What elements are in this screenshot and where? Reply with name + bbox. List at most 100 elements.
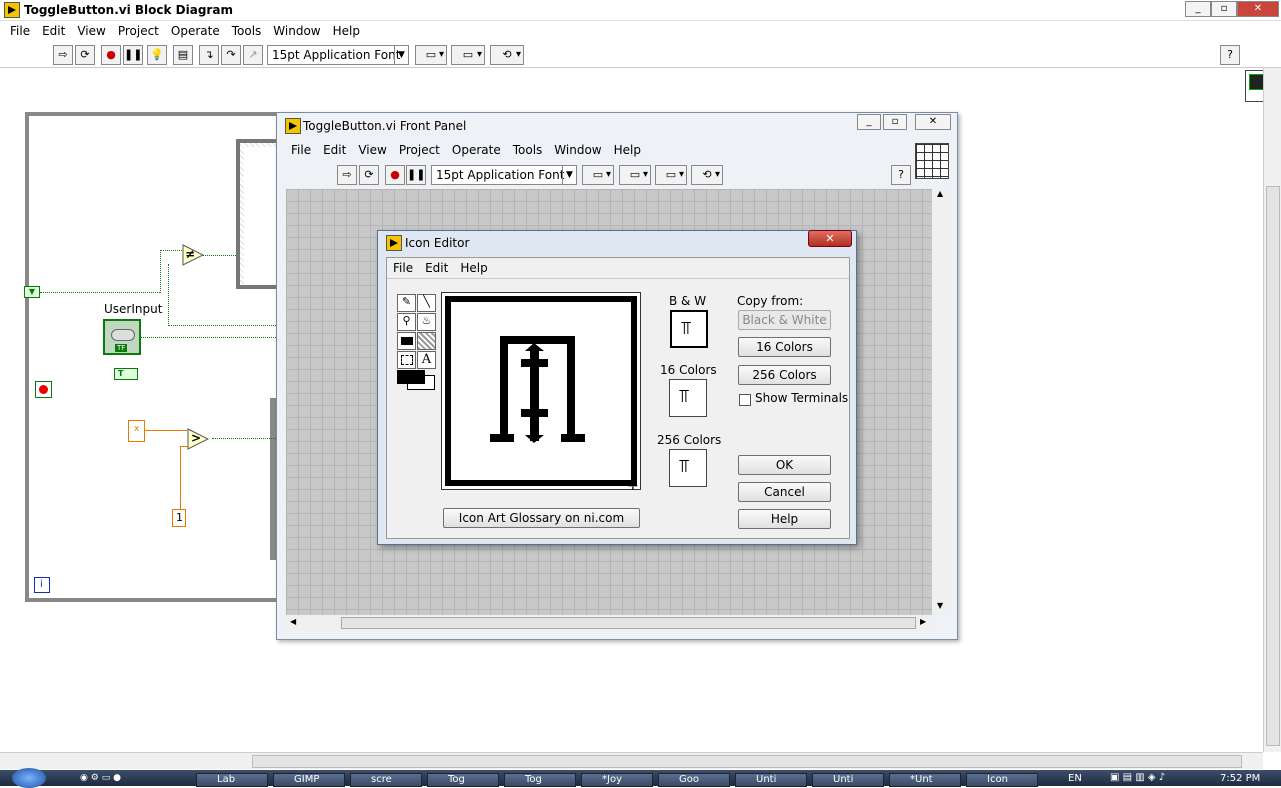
menu-project[interactable]: Project	[112, 21, 165, 41]
tray-icons[interactable]: ▣ ▤ ▥ ◈ ♪	[1110, 772, 1165, 783]
menu-help[interactable]: Help	[327, 21, 366, 41]
icon-drawing-canvas[interactable]: ✛	[441, 292, 641, 493]
highlight-execution-icon[interactable]: 💡	[147, 45, 167, 65]
taskbar-item[interactable]: Tog	[427, 773, 499, 787]
menu-edit[interactable]: Edit	[36, 21, 71, 41]
abort-icon[interactable]: ●	[101, 45, 121, 65]
bw-preview[interactable]: ⫪	[670, 310, 708, 348]
vertical-scrollbar[interactable]	[1263, 68, 1281, 752]
fp-maximize-button[interactable]: ▫	[883, 114, 907, 130]
horizontal-scroll-thumb[interactable]	[252, 755, 1242, 768]
boolean-wire[interactable]	[160, 250, 161, 293]
fp-menu-tools[interactable]: Tools	[507, 140, 549, 160]
fp-menu-project[interactable]: Project	[393, 140, 446, 160]
256-colors-preview[interactable]: ⫪	[669, 449, 707, 487]
maximize-button[interactable]: ▫	[1211, 1, 1237, 17]
boolean-wire[interactable]	[160, 250, 182, 251]
greater-than-node[interactable]: >	[187, 428, 210, 450]
close-button[interactable]: ✕	[1237, 1, 1279, 17]
fp-horizontal-scrollbar[interactable]: ◀ ▶	[286, 615, 932, 631]
user-input-terminal[interactable]: TF	[103, 319, 141, 355]
numeric-wire[interactable]	[180, 446, 181, 512]
cancel-button[interactable]: Cancel	[738, 482, 831, 502]
fp-menu-operate[interactable]: Operate	[446, 140, 507, 160]
vertical-scroll-thumb[interactable]	[1266, 186, 1280, 746]
boolean-wire[interactable]	[212, 438, 276, 439]
fp-font-selector[interactable]: 15pt Application Font ▼	[431, 165, 577, 185]
foreground-color-swatch[interactable]	[397, 370, 425, 384]
shift-register-icon[interactable]: ▼	[24, 286, 40, 298]
fp-menu-file[interactable]: File	[285, 140, 317, 160]
settings-gear-icon[interactable]: ⚙	[91, 773, 99, 783]
ie-menu-help[interactable]: Help	[454, 258, 493, 278]
boolean-constant[interactable]: T	[114, 368, 138, 380]
scroll-up-icon[interactable]: ▲	[937, 189, 943, 198]
16-colors-preview[interactable]: ⫪	[669, 379, 707, 417]
distribute-objects-icon[interactable]: ▭	[451, 45, 485, 65]
fp-pause-icon[interactable]: ❚❚	[406, 165, 426, 185]
fp-menu-help[interactable]: Help	[608, 140, 647, 160]
taskbar-item[interactable]: *Joy	[581, 773, 653, 787]
taskbar-item[interactable]: GIMP	[273, 773, 345, 787]
fp-connector-pane-icon[interactable]	[915, 143, 949, 179]
scroll-right-icon[interactable]: ▶	[920, 617, 926, 626]
horizontal-scrollbar[interactable]	[0, 752, 1263, 769]
menu-view[interactable]: View	[71, 21, 111, 41]
help-button[interactable]: Help	[738, 509, 831, 529]
filled-rectangle-tool-icon[interactable]	[417, 332, 436, 350]
menu-operate[interactable]: Operate	[165, 21, 226, 41]
step-over-icon[interactable]: ↷	[221, 45, 241, 65]
language-indicator[interactable]: EN	[1068, 773, 1082, 784]
menu-window[interactable]: Window	[267, 21, 326, 41]
fp-horizontal-scroll-thumb[interactable]	[341, 617, 916, 629]
numeric-wire[interactable]	[145, 430, 187, 431]
fp-reorder-icon[interactable]: ⟲	[691, 165, 723, 185]
ie-menu-file[interactable]: File	[387, 258, 419, 278]
fp-menu-view[interactable]: View	[352, 140, 392, 160]
desktop-icon[interactable]: ▭	[102, 773, 111, 783]
ok-button[interactable]: OK	[738, 455, 831, 475]
color-swatch[interactable]	[397, 370, 435, 390]
step-into-icon[interactable]: ↴	[199, 45, 219, 65]
icon-editor-close-button[interactable]: ✕	[808, 230, 852, 247]
ie-menu-edit[interactable]: Edit	[419, 258, 454, 278]
fp-resize-icon[interactable]: ▭	[655, 165, 687, 185]
taskbar-item[interactable]: Unti	[735, 773, 807, 787]
icon-art-glossary-button[interactable]: Icon Art Glossary on ni.com	[443, 508, 640, 528]
show-terminals-checkbox[interactable]	[739, 394, 751, 406]
fp-distribute-icon[interactable]: ▭	[619, 165, 651, 185]
taskbar-item[interactable]: Icon	[966, 773, 1038, 787]
fp-menu-edit[interactable]: Edit	[317, 140, 352, 160]
scroll-left-icon[interactable]: ◀	[290, 617, 296, 626]
taskbar-item[interactable]: scre	[350, 773, 422, 787]
start-button-icon[interactable]	[12, 768, 46, 788]
minimize-button[interactable]: _	[1185, 1, 1211, 17]
fp-run-continuous-icon[interactable]: ⟳	[359, 165, 379, 185]
reorder-icon[interactable]: ⟲	[490, 45, 524, 65]
scroll-down-icon[interactable]: ▼	[937, 601, 943, 610]
copy-256-colors-button[interactable]: 256 Colors	[738, 365, 831, 385]
copy-bw-button[interactable]: Black & White	[738, 310, 831, 330]
step-out-icon[interactable]: ↗	[243, 45, 263, 65]
taskbar-item[interactable]: Goo	[658, 773, 730, 787]
taskbar-item[interactable]: Tog	[504, 773, 576, 787]
fp-context-help-icon[interactable]: ?	[891, 165, 911, 185]
pencil-tool-icon[interactable]: ✎	[397, 294, 416, 312]
fp-run-arrow-icon[interactable]: ⇨	[337, 165, 357, 185]
text-tool-icon[interactable]: A	[417, 351, 436, 369]
firefox-icon[interactable]: ◉	[80, 773, 88, 783]
not-equal-node[interactable]: ≠	[182, 244, 205, 266]
font-selector[interactable]: 15pt Application Font ▼	[267, 45, 409, 65]
numeric-constant[interactable]: 1	[172, 509, 186, 527]
copy-16-colors-button[interactable]: 16 Colors	[738, 337, 831, 357]
fp-align-icon[interactable]: ▭	[582, 165, 614, 185]
taskbar-item[interactable]: Unti	[812, 773, 884, 787]
taskbar-item[interactable]: Lab	[196, 773, 268, 787]
fp-abort-icon[interactable]: ●	[385, 165, 405, 185]
context-help-icon[interactable]: ?	[1220, 45, 1240, 65]
taskbar-item[interactable]: *Unt	[889, 773, 961, 787]
menu-tools[interactable]: Tools	[226, 21, 268, 41]
fp-close-button[interactable]: ✕	[915, 114, 951, 130]
retain-wire-values-icon[interactable]: ▤	[173, 45, 193, 65]
fill-tool-icon[interactable]: ♨	[417, 313, 436, 331]
